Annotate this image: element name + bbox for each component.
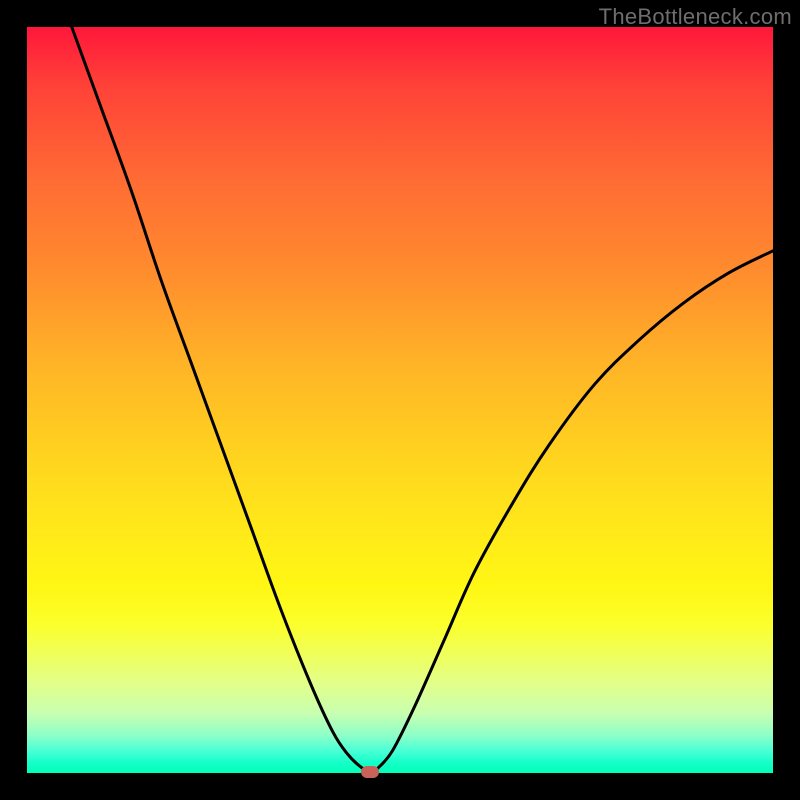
watermark-text: TheBottleneck.com <box>599 4 792 30</box>
chart-frame: TheBottleneck.com <box>0 0 800 800</box>
bottleneck-curve <box>27 27 773 773</box>
bottleneck-marker <box>361 766 379 778</box>
